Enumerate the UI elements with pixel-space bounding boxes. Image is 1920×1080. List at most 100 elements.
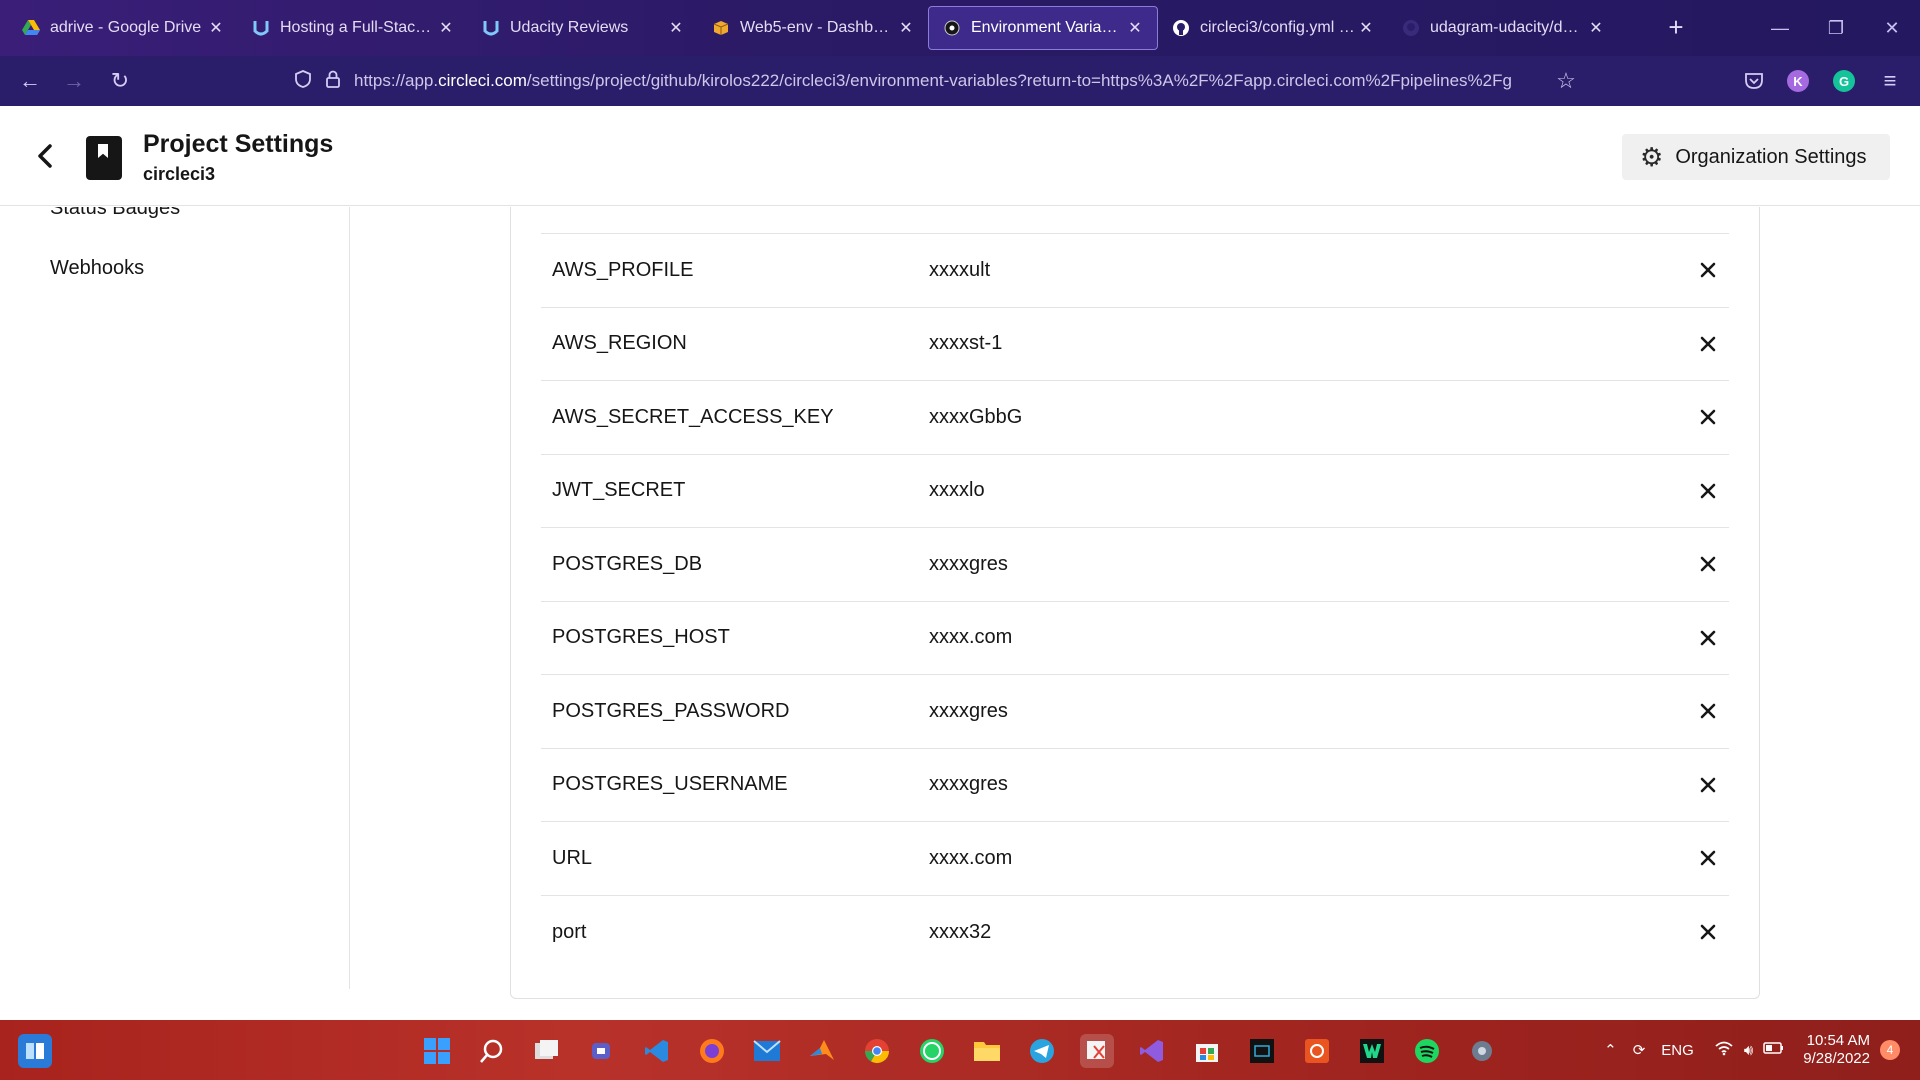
tab-environment-variables[interactable]: Environment Variables - C ✕	[928, 6, 1158, 50]
widgets-icon[interactable]	[18, 1034, 52, 1068]
url-domain: circleci.com	[438, 71, 527, 90]
search-icon[interactable]	[475, 1034, 509, 1068]
delete-x-icon[interactable]	[1693, 696, 1723, 726]
chrome-icon[interactable]	[860, 1034, 894, 1068]
tab-web5-env-dashboard[interactable]: Web5-env - Dashboard ✕	[698, 6, 928, 50]
close-tab-icon[interactable]: ✕	[1356, 18, 1376, 38]
new-tab-button[interactable]: +	[1660, 12, 1692, 44]
delete-x-icon[interactable]	[1693, 549, 1723, 579]
clock-date: 9/28/2022	[1803, 1050, 1870, 1067]
task-view-icon[interactable]	[530, 1034, 564, 1068]
teams-icon[interactable]	[585, 1034, 619, 1068]
shield-icon[interactable]	[288, 69, 318, 93]
address-bar[interactable]: https://app.circleci.com/settings/projec…	[288, 62, 1560, 100]
sync-icon[interactable]: ⟳	[1633, 1041, 1646, 1059]
sidebar-item-status-badges[interactable]: Status Badges	[50, 207, 180, 220]
vscode-icon[interactable]	[640, 1034, 674, 1068]
page-title: Project Settings	[143, 130, 334, 158]
delete-x-icon[interactable]	[1693, 843, 1723, 873]
close-tab-icon[interactable]: ✕	[1125, 18, 1145, 38]
settings-icon[interactable]	[1465, 1034, 1499, 1068]
grammarly-extension-icon[interactable]: G	[1828, 65, 1860, 97]
project-name: circleci3	[143, 164, 216, 184]
tab-udagram-docs[interactable]: udagram-udacity/docum ✕	[1388, 6, 1618, 50]
reload-icon[interactable]: ↻	[104, 65, 136, 97]
ms-store-icon[interactable]	[1190, 1034, 1224, 1068]
close-tab-icon[interactable]: ✕	[1586, 18, 1606, 38]
notification-badge[interactable]: 4	[1880, 1040, 1900, 1060]
start-icon[interactable]	[420, 1034, 454, 1068]
minimize-icon[interactable]: —	[1752, 0, 1808, 56]
back-chevron-icon[interactable]	[30, 136, 62, 176]
delete-x-icon[interactable]	[1693, 329, 1723, 359]
back-arrow-icon[interactable]: ←	[14, 65, 46, 97]
table-row: POSTGRES_USERNAME xxxxgres	[541, 749, 1729, 822]
github-icon	[1402, 19, 1420, 37]
ubuntu-icon[interactable]	[1300, 1034, 1334, 1068]
env-var-name: POSTGRES_HOST	[552, 626, 730, 649]
forward-arrow-icon[interactable]: →	[58, 65, 90, 97]
pocket-icon[interactable]	[1738, 65, 1770, 97]
file-explorer-icon[interactable]	[970, 1034, 1004, 1068]
table-row: AWS_PROFILE xxxxult	[541, 234, 1729, 308]
table-row: POSTGRES_DB xxxxgres	[541, 528, 1729, 602]
whatsapp-icon[interactable]	[915, 1034, 949, 1068]
close-tab-icon[interactable]: ✕	[896, 18, 916, 38]
delete-x-icon[interactable]	[1693, 917, 1723, 947]
system-tray: ⌃ ⟳ ENG 🔊︎ 10:54 AM 9/28/2022 4	[1604, 1020, 1900, 1080]
terminal-icon[interactable]	[1245, 1034, 1279, 1068]
restore-icon[interactable]: ❐	[1808, 0, 1864, 56]
matlab-icon[interactable]	[805, 1034, 839, 1068]
tab-google-drive[interactable]: adrive - Google Drive ✕	[8, 6, 238, 50]
tab-circleci3-config[interactable]: circleci3/config.yml at m ✕	[1158, 6, 1388, 50]
tab-title: circleci3/config.yml at m	[1200, 19, 1356, 36]
tab-udacity-reviews[interactable]: Udacity Reviews ✕	[468, 6, 698, 50]
visual-studio-icon[interactable]	[1135, 1034, 1169, 1068]
env-var-name: AWS_REGION	[552, 332, 687, 355]
bookmark-star-icon[interactable]: ☆	[1550, 65, 1582, 97]
gear-icon: ⚙	[1640, 141, 1664, 172]
close-tab-icon[interactable]: ✕	[666, 18, 686, 38]
tab-title: Hosting a Full-Stack App	[280, 19, 436, 36]
env-var-name: port	[552, 920, 587, 943]
sidebar-item-webhooks[interactable]: Webhooks	[50, 257, 144, 280]
env-var-value: xxxx.com	[929, 626, 1013, 649]
volume-icon[interactable]: 🔊︎	[1744, 1042, 1753, 1059]
delete-x-icon[interactable]	[1693, 770, 1723, 800]
tab-hosting-full-stack[interactable]: Hosting a Full-Stack App ✕	[238, 6, 468, 50]
delete-x-icon[interactable]	[1693, 476, 1723, 506]
snipping-tool-icon[interactable]	[1080, 1034, 1114, 1068]
settings-sidebar: Status Badges Webhooks	[0, 207, 350, 989]
organization-settings-button[interactable]: ⚙ Organization Settings	[1622, 134, 1890, 180]
profile-avatar-icon[interactable]: K	[1782, 65, 1814, 97]
close-window-icon[interactable]: ✕	[1864, 0, 1920, 56]
clock[interactable]: 10:54 AM 9/28/2022	[1803, 1032, 1870, 1068]
spotify-icon[interactable]	[1410, 1034, 1444, 1068]
wifi-icon[interactable]	[1714, 1040, 1734, 1060]
delete-x-icon[interactable]	[1693, 255, 1723, 285]
url-text[interactable]: https://app.circleci.com/settings/projec…	[354, 71, 1534, 91]
delete-x-icon[interactable]	[1693, 623, 1723, 653]
delete-x-icon[interactable]	[1693, 402, 1723, 432]
lock-icon[interactable]	[318, 70, 348, 93]
udacity-icon	[482, 19, 500, 37]
google-drive-icon	[22, 19, 40, 37]
env-var-value: xxxxgres	[929, 773, 1008, 796]
firefox-icon[interactable]	[695, 1034, 729, 1068]
windows-taskbar: ⌃ ⟳ ENG 🔊︎ 10:54 AM 9/28/2022 4	[0, 1020, 1920, 1080]
tab-title: Web5-env - Dashboard	[740, 19, 896, 36]
telegram-icon[interactable]	[1025, 1034, 1059, 1068]
tab-title: udagram-udacity/docum	[1430, 19, 1586, 36]
close-tab-icon[interactable]: ✕	[436, 18, 456, 38]
battery-icon[interactable]	[1763, 1041, 1785, 1059]
webstorm-icon[interactable]	[1355, 1034, 1389, 1068]
language-indicator[interactable]: ENG	[1661, 1042, 1694, 1059]
url-path: /settings/project/github/kirolos222/circ…	[526, 71, 1512, 90]
env-var-value: xxxxGbbG	[929, 405, 1023, 428]
window-controls: — ❐ ✕	[1752, 0, 1920, 56]
chevron-up-icon[interactable]: ⌃	[1604, 1041, 1617, 1059]
mail-icon[interactable]	[750, 1034, 784, 1068]
close-tab-icon[interactable]: ✕	[206, 18, 226, 38]
hamburger-menu-icon[interactable]: ≡	[1874, 65, 1906, 97]
env-var-value: xxxx32	[929, 920, 992, 943]
